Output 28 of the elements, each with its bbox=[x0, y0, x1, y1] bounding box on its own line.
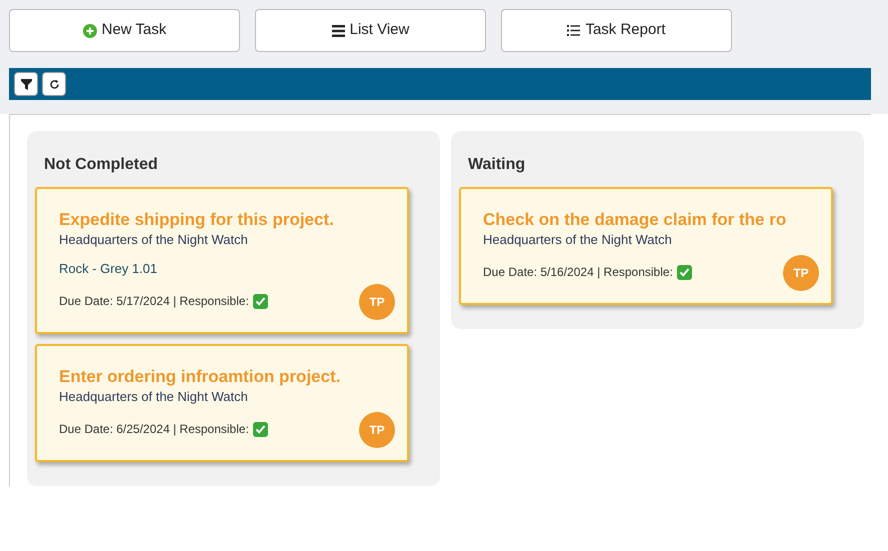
task-location: Headquarters of the Night Watch bbox=[59, 388, 249, 406]
filter-bar-button[interactable] bbox=[14, 72, 38, 96]
avatar: TP bbox=[359, 412, 395, 448]
filter-icon bbox=[20, 78, 32, 90]
toolbar-button[interactable]: List View bbox=[255, 9, 486, 52]
task-title: Check on the damage claim for the ro bbox=[483, 209, 788, 231]
task-card[interactable]: Enter ordering infroamtion project. Headquarters of the Night Watch Due Date: 6/25/2024 | Responsible: TP bbox=[35, 344, 409, 462]
avatar: TP bbox=[359, 284, 395, 320]
task-card[interactable]: Check on the damage claim for the ro Headquarters of the Night Watch Due Date: 5/16/2024 | Responsible: TP bbox=[459, 187, 833, 305]
column-title: Waiting bbox=[467, 155, 526, 175]
menu-icon bbox=[332, 24, 345, 36]
filter-bar-button[interactable] bbox=[42, 72, 66, 96]
plus-icon bbox=[82, 24, 97, 38]
task-title: Expedite shipping for this project. bbox=[59, 209, 335, 231]
avatar: TP bbox=[783, 255, 819, 291]
task-location: Headquarters of the Night Watch bbox=[59, 231, 249, 249]
task-card[interactable]: Expedite shipping for this project. Headquarters of the Night Watch Rock - Grey 1.01 Due Date: 5/17/2024 | Responsible: TP bbox=[35, 187, 409, 334]
toolbar-button[interactable]: New Task bbox=[9, 9, 240, 52]
due-date-text: Due Date: 5/17/2024 | Responsible: bbox=[59, 293, 249, 310]
refresh-icon bbox=[48, 78, 60, 90]
column-title: Not Completed bbox=[43, 155, 159, 175]
task-title: Enter ordering infroamtion project. bbox=[59, 366, 342, 388]
due-date-text: Due Date: 6/25/2024 | Responsible: bbox=[59, 421, 249, 438]
toolbar-button[interactable]: Task Report bbox=[501, 9, 732, 52]
task-location: Headquarters of the Night Watch bbox=[483, 231, 673, 249]
due-date-text: Due Date: 5/16/2024 | Responsible: bbox=[483, 264, 673, 281]
list-icon bbox=[567, 25, 580, 36]
task-item: Rock - Grey 1.01 bbox=[59, 260, 158, 278]
